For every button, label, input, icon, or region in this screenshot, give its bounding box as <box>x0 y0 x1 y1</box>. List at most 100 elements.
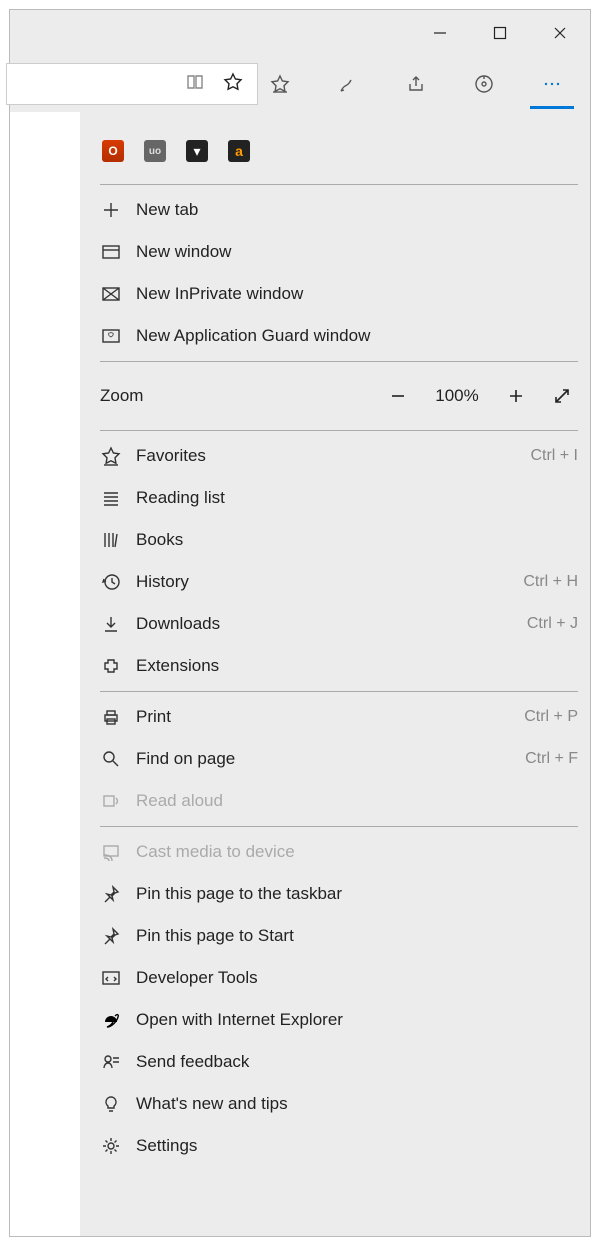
separator <box>100 430 578 431</box>
menu-label: New Application Guard window <box>136 326 578 346</box>
menu-app-guard[interactable]: New Application Guard window <box>100 315 578 357</box>
cast-icon <box>100 842 122 862</box>
separator <box>100 826 578 827</box>
reading-list-icon <box>100 488 122 508</box>
menu-label: Extensions <box>136 656 578 676</box>
menu-label: Find on page <box>136 749 511 769</box>
settings-more-menu: O uo ▾ a New tab New window New InPrivat… <box>100 136 578 1167</box>
reading-view-icon[interactable] <box>185 72 205 97</box>
menu-feedback[interactable]: Send feedback <box>100 1041 578 1083</box>
menu-label: Books <box>136 530 578 550</box>
office-extension-icon[interactable]: O <box>102 140 124 162</box>
shield-window-icon <box>100 326 122 346</box>
minimize-button[interactable] <box>410 10 470 56</box>
settings-icon <box>100 1136 122 1156</box>
feedback-icon <box>100 1052 122 1072</box>
menu-downloads[interactable]: Downloads Ctrl + J <box>100 603 578 645</box>
pin-icon <box>100 884 122 904</box>
zoom-out-button[interactable] <box>382 386 414 406</box>
find-icon <box>100 749 122 769</box>
password-button[interactable] <box>462 62 506 106</box>
separator <box>100 184 578 185</box>
shortcut-text: Ctrl + P <box>524 708 578 726</box>
menu-new-inprivate[interactable]: New InPrivate window <box>100 273 578 315</box>
inprivate-icon <box>100 284 122 304</box>
menu-settings[interactable]: Settings <box>100 1125 578 1167</box>
menu-label: Send feedback <box>136 1052 578 1072</box>
extensions-icon <box>100 656 122 676</box>
plus-icon <box>100 200 122 220</box>
menu-new-window[interactable]: New window <box>100 231 578 273</box>
menu-open-ie[interactable]: Open with Internet Explorer <box>100 999 578 1041</box>
shortcut-text: Ctrl + I <box>530 447 578 465</box>
menu-pin-start[interactable]: Pin this page to Start <box>100 915 578 957</box>
menu-cast: Cast media to device <box>100 831 578 873</box>
read-aloud-icon <box>100 791 122 811</box>
menu-extensions[interactable]: Extensions <box>100 645 578 687</box>
page-content <box>10 112 80 1236</box>
devtools-icon <box>100 968 122 988</box>
zoom-in-button[interactable] <box>500 386 532 406</box>
menu-label: Developer Tools <box>136 968 578 988</box>
close-button[interactable] <box>530 10 590 56</box>
menu-print[interactable]: Print Ctrl + P <box>100 696 578 738</box>
menu-label: Print <box>136 707 510 727</box>
shortcut-text: Ctrl + H <box>523 573 578 591</box>
menu-whats-new[interactable]: What's new and tips <box>100 1083 578 1125</box>
menu-label: New tab <box>136 200 578 220</box>
toolbar-actions <box>258 62 584 106</box>
menu-devtools[interactable]: Developer Tools <box>100 957 578 999</box>
favorites-hub-button[interactable] <box>258 62 302 106</box>
extensions-row: O uo ▾ a <box>100 136 578 180</box>
menu-history[interactable]: History Ctrl + H <box>100 561 578 603</box>
fullscreen-button[interactable] <box>546 386 578 406</box>
ie-icon <box>100 1010 122 1030</box>
menu-label: Open with Internet Explorer <box>136 1010 578 1030</box>
zoom-value: 100% <box>428 386 486 406</box>
toolbar <box>10 56 590 112</box>
menu-label: New InPrivate window <box>136 284 578 304</box>
ublock-extension-icon[interactable]: uo <box>144 140 166 162</box>
menu-find[interactable]: Find on page Ctrl + F <box>100 738 578 780</box>
pin-icon <box>100 926 122 946</box>
pocket-extension-icon[interactable]: ▾ <box>186 140 208 162</box>
share-button[interactable] <box>394 62 438 106</box>
menu-favorites[interactable]: Favorites Ctrl + I <box>100 435 578 477</box>
menu-label: What's new and tips <box>136 1094 578 1114</box>
browser-window: O uo ▾ a New tab New window New InPrivat… <box>10 10 590 1236</box>
history-icon <box>100 572 122 592</box>
menu-books[interactable]: Books <box>100 519 578 561</box>
titlebar <box>10 10 590 56</box>
tips-icon <box>100 1094 122 1114</box>
zoom-label: Zoom <box>100 386 368 406</box>
menu-label: History <box>136 572 509 592</box>
menu-pin-taskbar[interactable]: Pin this page to the taskbar <box>100 873 578 915</box>
separator <box>100 361 578 362</box>
maximize-button[interactable] <box>470 10 530 56</box>
notes-button[interactable] <box>326 62 370 106</box>
downloads-icon <box>100 614 122 634</box>
shortcut-text: Ctrl + F <box>525 750 578 768</box>
menu-label: Favorites <box>136 446 516 466</box>
books-icon <box>100 530 122 550</box>
favorites-icon <box>100 446 122 466</box>
menu-label: Read aloud <box>136 791 578 811</box>
menu-label: Pin this page to Start <box>136 926 578 946</box>
menu-read-aloud: Read aloud <box>100 780 578 822</box>
window-icon <box>100 242 122 262</box>
menu-label: Reading list <box>136 488 578 508</box>
shortcut-text: Ctrl + J <box>527 615 578 633</box>
menu-label: Cast media to device <box>136 842 578 862</box>
separator <box>100 691 578 692</box>
menu-new-tab[interactable]: New tab <box>100 189 578 231</box>
amazon-extension-icon[interactable]: a <box>228 140 250 162</box>
menu-label: Settings <box>136 1136 578 1156</box>
favorite-star-icon[interactable] <box>223 72 243 97</box>
menu-reading-list[interactable]: Reading list <box>100 477 578 519</box>
menu-label: New window <box>136 242 578 262</box>
zoom-control: Zoom 100% <box>100 366 578 426</box>
print-icon <box>100 707 122 727</box>
menu-label: Pin this page to the taskbar <box>136 884 578 904</box>
address-bar[interactable] <box>6 63 258 105</box>
more-button[interactable] <box>530 62 574 109</box>
